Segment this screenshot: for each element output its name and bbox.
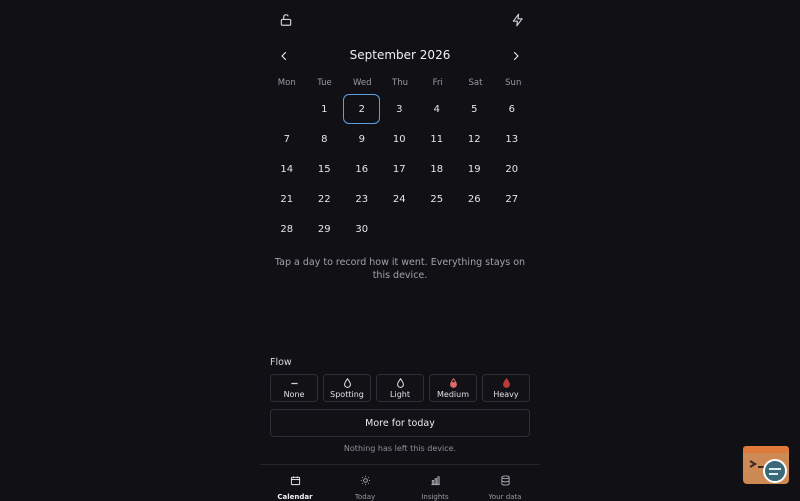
- drop-half-icon: [449, 378, 458, 389]
- day-cell[interactable]: 30: [343, 214, 381, 244]
- day-cell[interactable]: 21: [268, 184, 306, 214]
- more-for-today-button[interactable]: More for today: [270, 409, 530, 437]
- flow-option-label: Heavy: [493, 389, 519, 399]
- month-header: September 2026: [260, 44, 540, 68]
- day-cell[interactable]: 16: [343, 154, 381, 184]
- day-cell[interactable]: 19: [456, 154, 494, 184]
- day-cell[interactable]: 23: [343, 184, 381, 214]
- flow-option-medium[interactable]: Medium: [429, 374, 477, 402]
- quick-action-button[interactable]: [506, 8, 530, 32]
- weekday-label: Mon: [277, 78, 296, 88]
- drop-outline-icon: [396, 378, 405, 389]
- weekday-label: Fri: [432, 78, 443, 88]
- tab-bar: Calendar Today Insights Your data: [260, 464, 540, 501]
- weekday-label: Tue: [317, 78, 332, 88]
- flow-option-spotting[interactable]: Spotting: [323, 374, 371, 402]
- day-cell-selected[interactable]: 2: [343, 94, 381, 124]
- day-cell[interactable]: 12: [456, 124, 494, 154]
- day-cell[interactable]: 6: [493, 94, 531, 124]
- day-cell[interactable]: 5: [456, 94, 494, 124]
- weekday-header-row: Mon Tue Wed Thu Fri Sat Sun: [268, 78, 532, 88]
- tab-insights[interactable]: Insights: [400, 465, 470, 501]
- calendar-icon: [290, 471, 301, 490]
- flow-option-label: None: [283, 389, 305, 399]
- tab-calendar[interactable]: Calendar: [260, 465, 330, 501]
- chevron-right-icon: [513, 51, 519, 61]
- lock-button[interactable]: [274, 8, 298, 32]
- day-cell[interactable]: 8: [306, 124, 344, 154]
- day-cell[interactable]: 14: [268, 154, 306, 184]
- database-icon: [500, 471, 511, 490]
- day-cell[interactable]: 17: [381, 154, 419, 184]
- calendar-grid: 1 2 3 4 5 6 7 8 9 10 11 12 13 14 15 16 17 18 19 20 21 22 23 24 2…: [268, 94, 532, 244]
- day-cell[interactable]: 1: [306, 94, 344, 124]
- day-cell[interactable]: 25: [418, 184, 456, 214]
- app-screen: September 2026 Mon Tue Wed Thu Fri Sat Sun 123…: [260, 0, 540, 501]
- drop-outline-icon: [343, 378, 352, 389]
- flow-option-label: Spotting: [330, 389, 364, 399]
- day-cell[interactable]: 22: [306, 184, 344, 214]
- tab-today[interactable]: Today: [330, 465, 400, 501]
- day-cell[interactable]: 15: [306, 154, 344, 184]
- empty-day-cell: [268, 94, 306, 124]
- day-cell[interactable]: 10: [381, 124, 419, 154]
- month-title: September 2026: [349, 48, 451, 62]
- app-badge-logo: [742, 445, 790, 485]
- weekday-label: Sun: [505, 78, 522, 88]
- bar-chart-icon: [430, 471, 441, 490]
- sun-icon: [360, 471, 371, 490]
- day-cell[interactable]: 11: [418, 124, 456, 154]
- drop-filled-icon: [502, 378, 511, 389]
- bolt-icon: [512, 13, 523, 27]
- next-month-button[interactable]: [504, 44, 528, 68]
- weekday-label: Sat: [468, 78, 483, 88]
- day-cell[interactable]: 13: [493, 124, 531, 154]
- tab-your-data[interactable]: Your data: [470, 465, 540, 501]
- day-cell[interactable]: 27: [493, 184, 531, 214]
- day-cell[interactable]: 28: [268, 214, 306, 244]
- day-cell[interactable]: 18: [418, 154, 456, 184]
- day-cell[interactable]: 9: [343, 124, 381, 154]
- day-cell[interactable]: 7: [268, 124, 306, 154]
- weekday-label: Wed: [352, 78, 372, 88]
- hint-text: Tap a day to record how it went. Everyth…: [274, 257, 526, 281]
- flow-options: None Spotting Light Medium Heavy: [270, 374, 530, 402]
- day-cell[interactable]: 20: [493, 154, 531, 184]
- flow-option-none[interactable]: None: [270, 374, 318, 402]
- day-cell[interactable]: 3: [381, 94, 419, 124]
- day-cell[interactable]: 4: [418, 94, 456, 124]
- day-cell[interactable]: 29: [306, 214, 344, 244]
- privacy-note: Nothing has left this device.: [343, 444, 457, 453]
- day-cell[interactable]: 24: [381, 184, 419, 214]
- flow-option-heavy[interactable]: Heavy: [482, 374, 530, 402]
- flow-option-light[interactable]: Light: [376, 374, 424, 402]
- flow-option-label: Light: [390, 389, 410, 399]
- minus-icon: [290, 378, 299, 389]
- weekday-label: Thu: [392, 78, 408, 88]
- flow-option-label: Medium: [437, 389, 469, 399]
- lock-icon: [280, 14, 292, 26]
- day-cell[interactable]: 26: [456, 184, 494, 214]
- flow-label: Flow: [270, 357, 292, 368]
